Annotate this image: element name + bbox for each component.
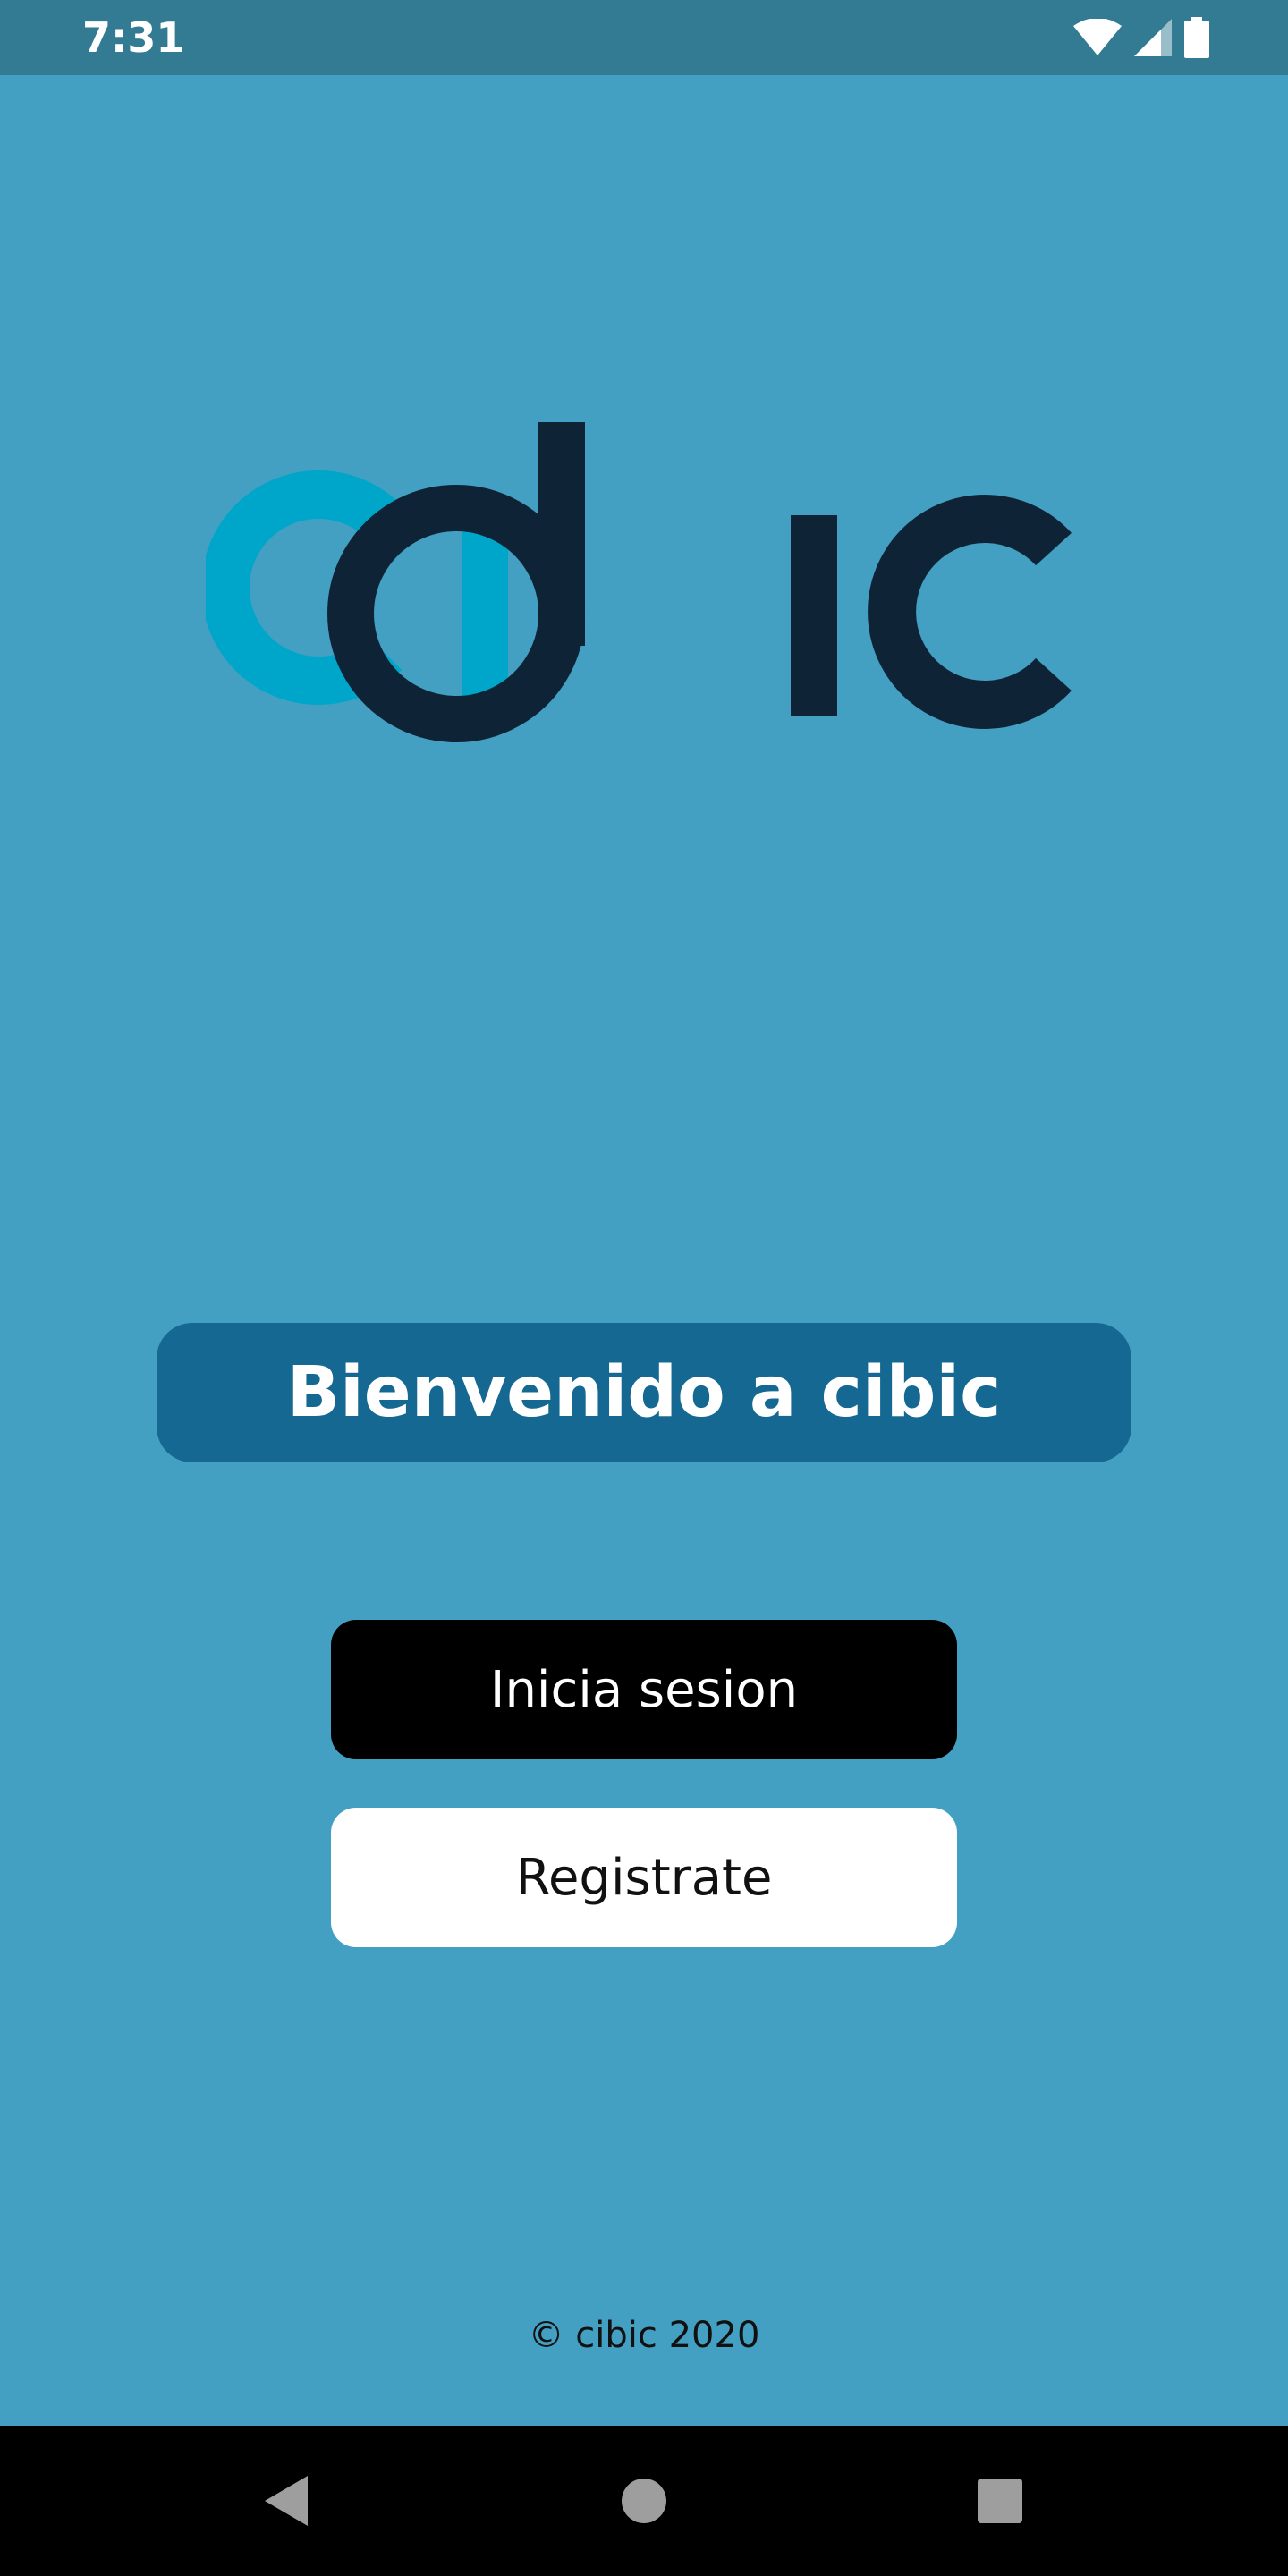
welcome-title: Bienvenido a cibic — [286, 1352, 1002, 1433]
battery-icon — [1184, 17, 1209, 58]
welcome-banner: Bienvenido a cibic — [157, 1323, 1131, 1462]
cibic-logo — [200, 415, 1082, 755]
cellular-signal-icon — [1134, 19, 1172, 56]
status-icons — [1073, 16, 1209, 59]
register-button[interactable]: Registrate — [331, 1808, 957, 1947]
recents-icon[interactable] — [955, 2456, 1045, 2546]
login-button[interactable]: Inicia sesion — [331, 1620, 957, 1759]
navigation-bar — [0, 2426, 1288, 2576]
status-time: 7:31 — [82, 13, 185, 62]
back-icon[interactable] — [242, 2456, 331, 2546]
home-icon[interactable] — [599, 2456, 689, 2546]
welcome-screen: Bienvenido a cibic Inicia sesion Registr… — [0, 75, 1288, 2426]
wifi-icon — [1073, 19, 1122, 56]
status-bar: 7:31 — [0, 0, 1288, 75]
copyright-text: © cibic 2020 — [528, 2315, 760, 2356]
